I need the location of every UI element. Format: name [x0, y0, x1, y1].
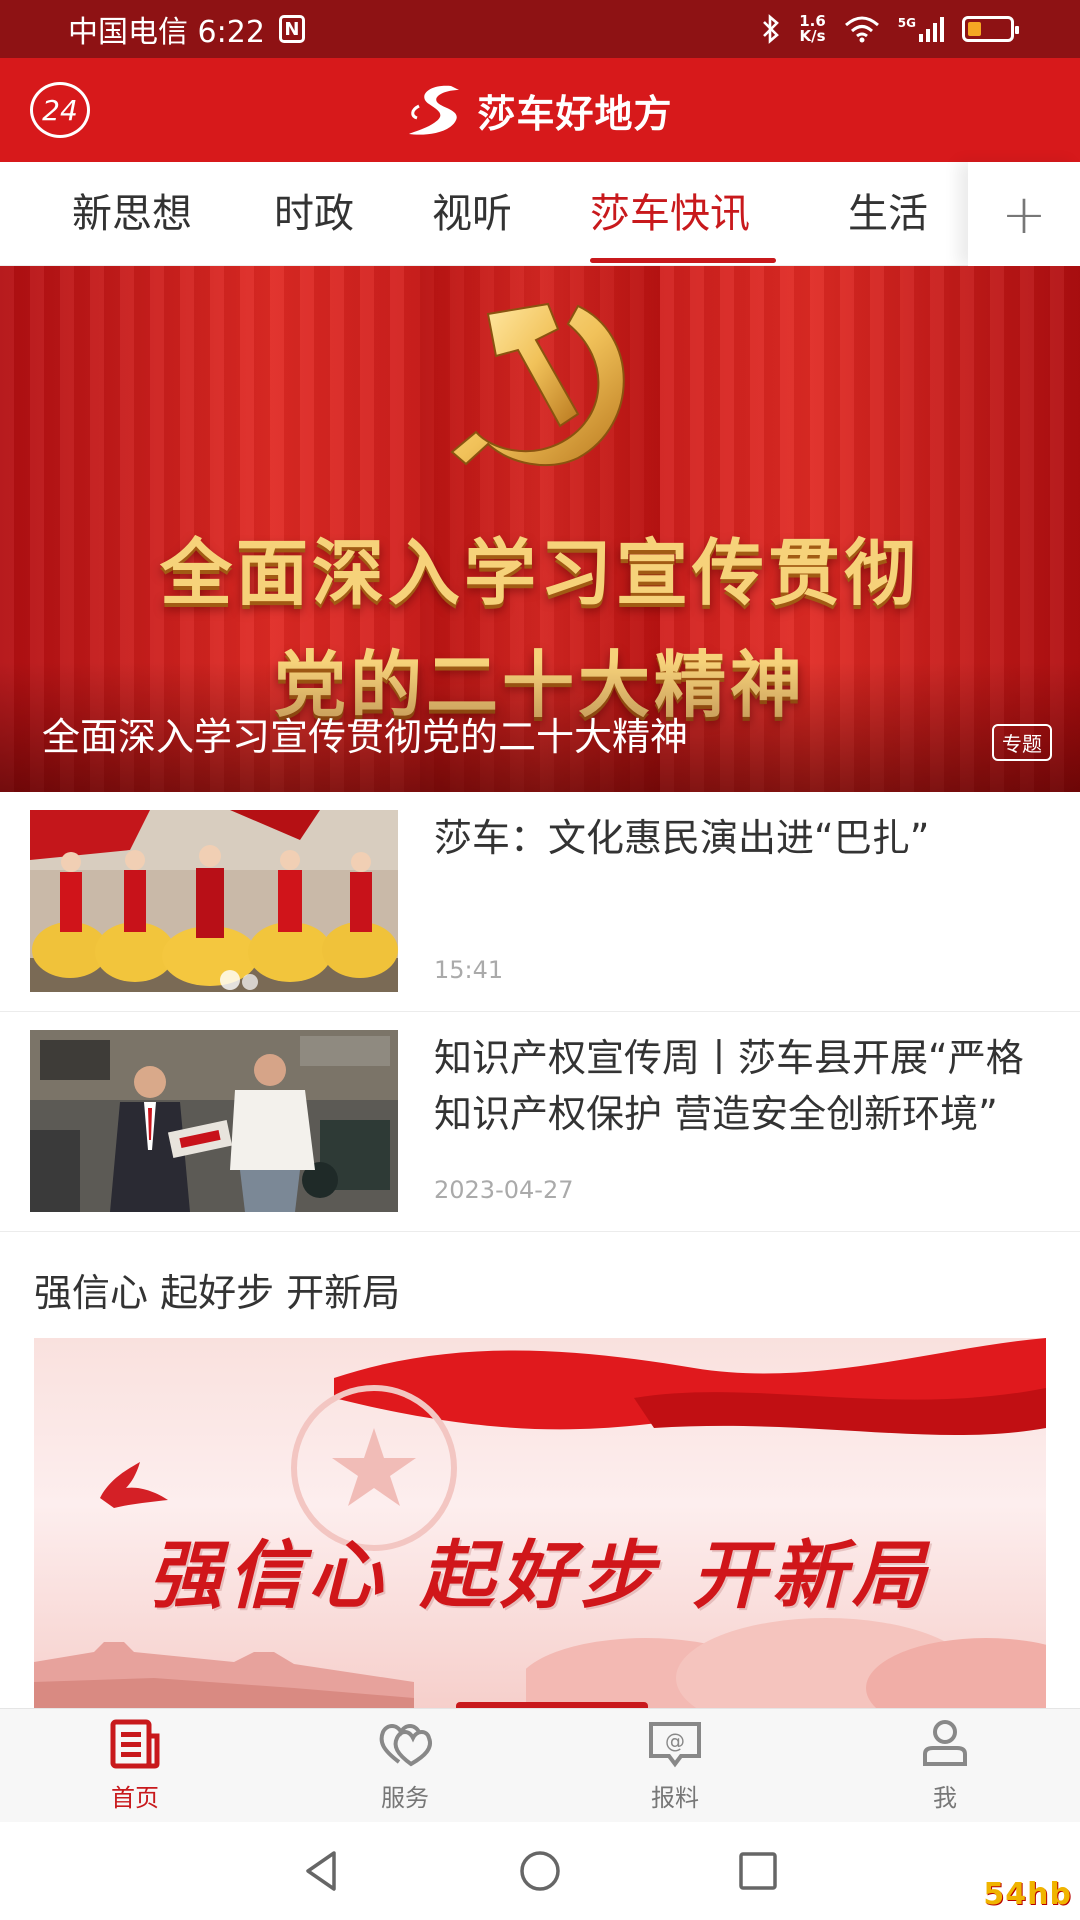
system-navigation-bar — [0, 1822, 1080, 1920]
status-right: 1.6 K/s 5G — [761, 14, 1019, 44]
nav-service[interactable]: 服务 — [270, 1709, 540, 1822]
battery-icon — [962, 16, 1019, 42]
signal-bars-icon — [919, 17, 944, 42]
dance-performance-thumbnail — [30, 810, 398, 992]
great-wall-decoration — [34, 1642, 414, 1708]
tab-shenghuo[interactable]: 生活 — [848, 162, 928, 266]
plus-icon: + — [1001, 182, 1047, 246]
category-tabs: 新思想 时政 视听 莎车快讯 生活 + — [0, 162, 1080, 266]
tab-xinsixiang[interactable]: 新思想 — [72, 162, 192, 266]
banner-headline-line1: 全面深入学习宣传贯彻 — [159, 531, 920, 615]
hero-banner[interactable]: 全面深入学习宣传贯彻 党的二十大精神 全面深入学习宣传贯彻党的二十大精神 专题 — [0, 266, 1080, 792]
ip-week-thumbnail — [30, 1030, 398, 1212]
dove-decoration — [100, 1462, 168, 1508]
wifi-icon — [844, 16, 879, 43]
user-icon — [923, 1720, 967, 1766]
network-speed: 1.6 K/s — [799, 14, 826, 44]
watermark-logo: 54hb — [983, 1877, 1072, 1912]
bluetooth-icon — [763, 14, 780, 44]
cell-signal: 5G — [898, 16, 944, 42]
app-name: 莎车好地方 — [477, 91, 673, 136]
nfc-icon: N — [278, 15, 305, 43]
bottom-navigation: 首页 服务 @ 报料 我 — [0, 1708, 1080, 1822]
nav-home[interactable]: 首页 — [0, 1709, 270, 1822]
nav-label-home: 首页 — [111, 1784, 159, 1812]
status-bar: 中国电信 6:22 N 1.6 K/s 5G — [0, 0, 1080, 58]
news-list-item[interactable]: 莎车：文化惠民演出进“巴扎” 15:41 — [0, 792, 1080, 1012]
at-message-icon: @ — [649, 1722, 701, 1768]
news-time: 15:41 — [434, 956, 504, 984]
speed-unit: K/s — [799, 27, 826, 45]
add-channel-button[interactable]: + — [968, 162, 1080, 266]
news-title: 莎车：文化惠民演出进“巴扎” — [434, 816, 930, 860]
carrier-time: 中国电信 6:22 — [68, 15, 265, 50]
home-icon[interactable] — [516, 1847, 564, 1895]
party-emblem-icon — [450, 302, 625, 467]
app-logo: 莎车好地方 — [407, 82, 672, 138]
battery-level — [968, 22, 981, 36]
news-list-item[interactable]: 知识产权宣传周丨莎车县开展“严格知识产权保护 营造安全创新环境” 2023-04… — [0, 1012, 1080, 1232]
news-icon — [110, 1719, 160, 1769]
svg-text:@: @ — [665, 1729, 685, 1753]
topic-badge: 专题 — [992, 724, 1052, 761]
section-banner[interactable]: 强信心 起好步 开新局 — [34, 1338, 1046, 1708]
nav-label-me: 我 — [933, 1784, 957, 1812]
nav-me[interactable]: 我 — [810, 1709, 1080, 1822]
logo-mark-icon — [409, 85, 460, 135]
heart-icon — [379, 1724, 432, 1767]
news-title: 知识产权宣传周丨莎车县开展“严格知识产权保护 营造安全创新环境” — [434, 1036, 1024, 1136]
active-tab-indicator — [590, 258, 776, 263]
nav-report[interactable]: @ 报料 — [540, 1709, 810, 1822]
back-icon[interactable] — [298, 1847, 346, 1895]
app-header: 24 莎车好地方 — [0, 58, 1080, 162]
status-left: 中国电信 6:22 N — [68, 7, 305, 51]
app-screen: 中国电信 6:22 N 1.6 K/s 5G 24 莎车好地方 新思想 时政 视… — [0, 0, 1080, 1920]
tab-shiting[interactable]: 视听 — [432, 162, 512, 266]
signal-label: 5G — [897, 16, 916, 30]
tab-shache-kuaixun[interactable]: 莎车快讯 — [590, 162, 750, 266]
badge-24-button[interactable]: 24 — [30, 82, 90, 138]
cloud-decoration — [526, 1618, 1046, 1708]
recent-apps-icon[interactable] — [734, 1847, 782, 1895]
news-time: 2023-04-27 — [434, 1176, 574, 1204]
hero-caption: 全面深入学习宣传贯彻党的二十大精神 — [42, 715, 689, 759]
nav-label-service: 服务 — [381, 1784, 429, 1812]
nav-label-report: 报料 — [651, 1784, 699, 1812]
tab-shizheng[interactable]: 时政 — [274, 162, 354, 266]
section-title: 强信心 起好步 开新局 — [34, 1271, 401, 1315]
